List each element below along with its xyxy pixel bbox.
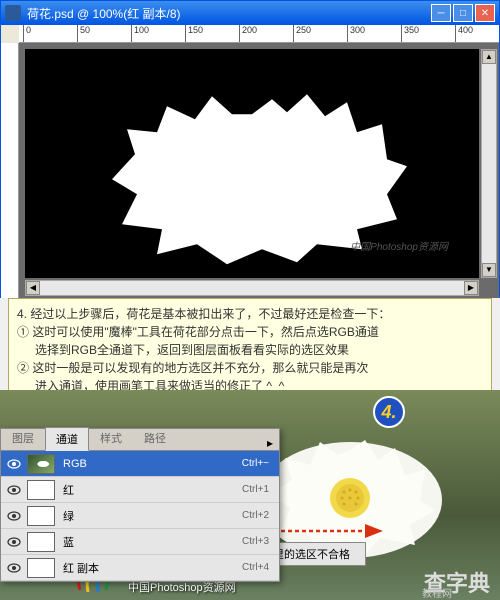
scrollbar-horizontal[interactable]: ◀ ▶ bbox=[25, 280, 479, 296]
canvas-watermark: 中国Photoshop资源网 bbox=[350, 238, 448, 253]
channel-name: 红 副本 bbox=[63, 560, 242, 576]
instruction-line: ① 这时可以使用"魔棒"工具在荷花部分点击一下，然后点选RGB通道 bbox=[17, 323, 483, 341]
channel-shortcut: Ctrl+1 bbox=[242, 484, 275, 495]
channel-name: 绿 bbox=[63, 508, 242, 524]
visibility-icon[interactable] bbox=[5, 533, 23, 551]
visibility-icon[interactable] bbox=[5, 481, 23, 499]
channel-thumbnail bbox=[27, 532, 55, 552]
ruler-tick: 100 bbox=[131, 25, 149, 43]
canvas-area: 中国Photoshop资源网 ▲ ▼ ◀ ▶ bbox=[19, 43, 499, 298]
scroll-up-button[interactable]: ▲ bbox=[482, 50, 496, 64]
panel-menu-button[interactable]: ▸ bbox=[261, 436, 279, 450]
ruler-tick: 50 bbox=[77, 25, 90, 43]
minimize-button[interactable]: ─ bbox=[431, 4, 451, 22]
ruler-tick: 350 bbox=[401, 25, 419, 43]
instruction-box: 4. 经过以上步骤后，荷花是基本被扣出来了，不过最好还是检查一下： ① 这时可以… bbox=[8, 298, 492, 402]
tab-layers[interactable]: 图层 bbox=[1, 426, 45, 450]
scroll-left-button[interactable]: ◀ bbox=[26, 281, 40, 295]
instruction-line: 选择到RGB全通道下，返回到图层面板看看实际的选区效果 bbox=[17, 341, 483, 359]
titlebar[interactable]: 荷花.psd @ 100%(红 副本/8) ─ □ ✕ bbox=[1, 1, 499, 25]
channel-row-green[interactable]: 绿 Ctrl+2 bbox=[1, 503, 279, 529]
tab-channels[interactable]: 通道 bbox=[45, 427, 89, 451]
tab-paths[interactable]: 路径 bbox=[133, 426, 177, 450]
channel-name: 蓝 bbox=[63, 534, 242, 550]
channel-row-blue[interactable]: 蓝 Ctrl+3 bbox=[1, 529, 279, 555]
channel-shortcut: Ctrl+3 bbox=[242, 536, 275, 547]
tab-styles[interactable]: 样式 bbox=[89, 426, 133, 450]
brand-subtext: 教程网 bbox=[422, 585, 452, 600]
panel-tabs: 图层 通道 样式 路径 ▸ bbox=[1, 429, 279, 451]
channel-shortcut: Ctrl+4 bbox=[242, 562, 275, 573]
photoshop-window: 荷花.psd @ 100%(红 副本/8) ─ □ ✕ 0 50 100 150… bbox=[0, 0, 500, 298]
ruler-tick: 300 bbox=[347, 25, 365, 43]
ruler-tick: 250 bbox=[293, 25, 311, 43]
window-title: 荷花.psd @ 100%(红 副本/8) bbox=[27, 5, 431, 22]
channel-name: RGB bbox=[63, 458, 242, 470]
channel-shortcut: Ctrl+2 bbox=[242, 510, 275, 521]
channel-thumbnail bbox=[27, 558, 55, 578]
visibility-icon[interactable] bbox=[5, 507, 23, 525]
instruction-line: ② 这时一般是可以发现有的地方选区并不充分，那么就只能是再次 bbox=[17, 359, 483, 377]
visibility-icon[interactable] bbox=[5, 559, 23, 577]
scroll-right-button[interactable]: ▶ bbox=[464, 281, 478, 295]
channel-row-rgb[interactable]: RGB Ctrl+~ bbox=[1, 451, 279, 477]
ruler-tick: 200 bbox=[239, 25, 257, 43]
ruler-tick: 150 bbox=[185, 25, 203, 43]
channel-thumbnail bbox=[27, 506, 55, 526]
channel-shortcut: Ctrl+~ bbox=[242, 458, 275, 469]
channel-row-red-copy[interactable]: 红 副本 Ctrl+4 bbox=[1, 555, 279, 581]
channel-thumbnail bbox=[27, 480, 55, 500]
channel-thumbnail bbox=[27, 454, 55, 474]
close-button[interactable]: ✕ bbox=[475, 4, 495, 22]
visibility-icon[interactable] bbox=[5, 455, 23, 473]
scroll-down-button[interactable]: ▼ bbox=[482, 263, 496, 277]
app-icon bbox=[5, 5, 21, 21]
window-controls: ─ □ ✕ bbox=[431, 4, 495, 22]
maximize-button[interactable]: □ bbox=[453, 4, 473, 22]
ruler-horizontal[interactable]: 0 50 100 150 200 250 300 350 400 bbox=[19, 25, 499, 43]
channel-row-red[interactable]: 红 Ctrl+1 bbox=[1, 477, 279, 503]
channels-panel[interactable]: 图层 通道 样式 路径 ▸ RGB Ctrl+~ 红 Ctrl+1 绿 Ctrl… bbox=[0, 428, 280, 582]
canvas[interactable]: 中国Photoshop资源网 bbox=[25, 49, 479, 278]
channel-name: 红 bbox=[63, 482, 242, 498]
ruler-tick: 400 bbox=[455, 25, 473, 43]
ruler-vertical[interactable] bbox=[1, 43, 19, 298]
scrollbar-vertical[interactable]: ▲ ▼ bbox=[481, 49, 497, 278]
ruler-tick: 0 bbox=[23, 25, 31, 43]
instruction-line: 4. 经过以上步骤后，荷花是基本被扣出来了，不过最好还是检查一下： bbox=[17, 305, 483, 323]
